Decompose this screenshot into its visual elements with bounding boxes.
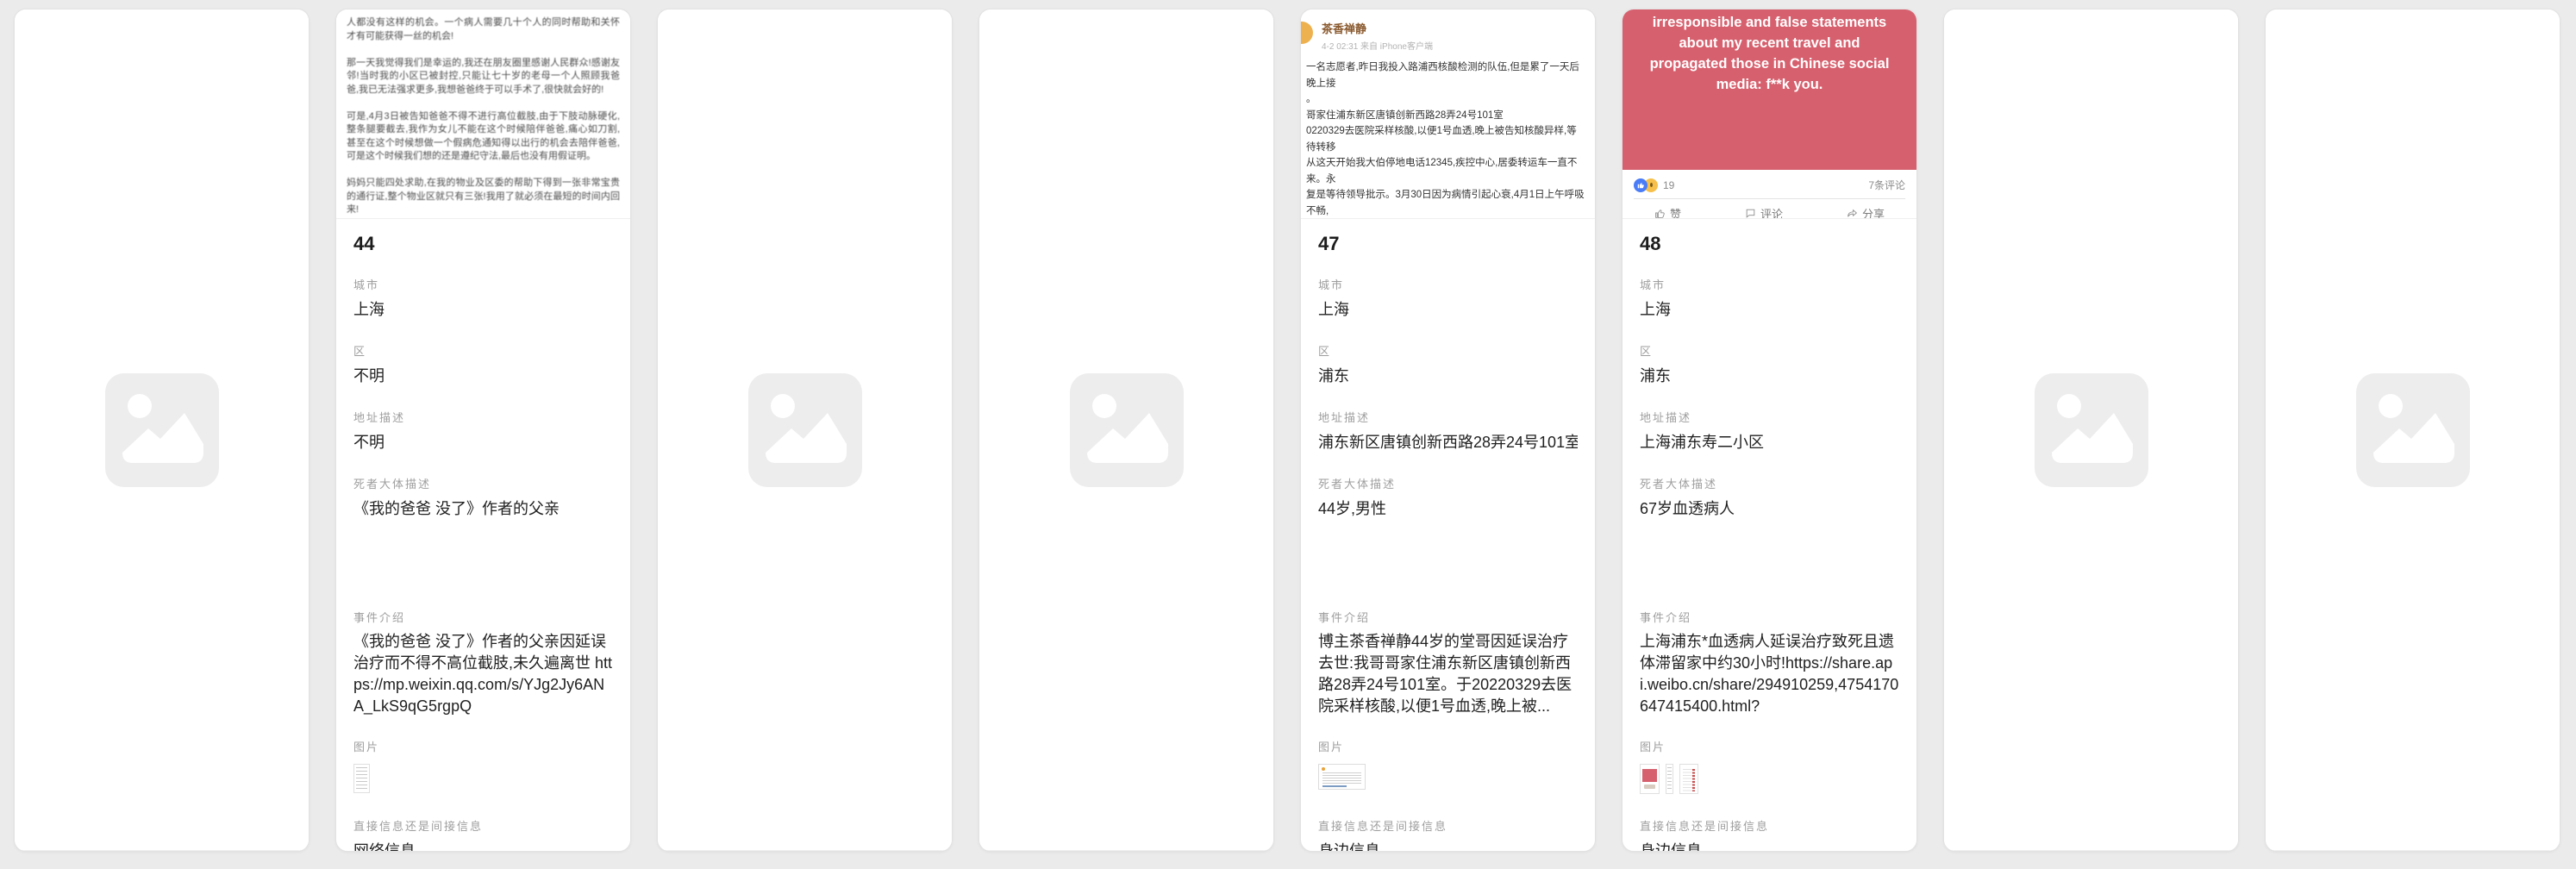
- case-card-45[interactable]: 45 城市 上海 区 不明 地址描述 不明 死者大体描述 24岁男子 事件介绍 …: [657, 9, 953, 852]
- card-body: 43 城市 上海 区 徐汇 地址描述 华欣家园 死者大体描述 独居老人 事件介绍…: [15, 851, 309, 852]
- image-label: 图片: [1318, 741, 1578, 753]
- image-thumbnail-facebook-post[interactable]: [1640, 764, 1660, 794]
- deceased-value: 44岁,男性: [1318, 497, 1578, 588]
- address-label: 地址描述: [353, 411, 613, 424]
- image-thumbnail-chat[interactable]: [1666, 764, 1673, 794]
- image-placeholder-icon: [2035, 373, 2148, 487]
- district-value: 浦东: [1318, 365, 1578, 388]
- deceased-label: 死者大体描述: [1640, 478, 1899, 491]
- facebook-comment-count: 7条评论: [1868, 178, 1905, 192]
- city-label: 城市: [353, 278, 613, 291]
- address-value: 上海浦东寿二小区: [1640, 431, 1899, 454]
- source-value: 网络信息: [353, 840, 613, 852]
- image-label: 图片: [353, 741, 613, 753]
- case-image-article-screenshot[interactable]: 人都没有这样的机会。一个病人需要几十个人的同时帮助和关怀才有可能获得一丝的机会!…: [336, 9, 630, 219]
- event-value: 上海浦东*血透病人延误治疗致死且遗体滞留家中约30小时!https://shar…: [1640, 631, 1899, 717]
- facebook-comment-button: 评论: [1745, 205, 1783, 219]
- card-body: 44 城市 上海 区 不明 地址描述 不明 死者大体描述 《我的爸爸 没了》作者…: [336, 219, 630, 852]
- case-image-placeholder: [1944, 9, 2238, 851]
- deceased-label: 死者大体描述: [353, 478, 613, 491]
- case-card-50[interactable]: 50 城市 上海 区 不明 地址描述 不明 死者大体描述 女性HR 事件介绍 丹…: [2265, 9, 2560, 852]
- address-value: 浦东新区唐镇创新西路28弄24号101室: [1318, 431, 1578, 454]
- card-body: 49 城市 上海 区 徐汇 地址描述 徐汇区罗秀路850弄26号楼 死者大体描述…: [1944, 851, 2238, 852]
- card-body: 48 城市 上海 区 浦东 地址描述 上海浦东寿二小区 死者大体描述 67岁血透…: [1623, 219, 1916, 852]
- case-number: 44: [353, 233, 613, 255]
- case-image-weibo-screenshot[interactable]: 茶香禅静 4-2 02:31 来自 iPhone客户端 一名志愿者,昨日我投入路…: [1301, 9, 1595, 219]
- deceased-value: 67岁血透病人: [1640, 497, 1899, 588]
- source-label: 直接信息还是间接信息: [1640, 820, 1899, 833]
- deceased-value: 《我的爸爸 没了》作者的父亲: [353, 497, 613, 588]
- card-body: 45 城市 上海 区 不明 地址描述 不明 死者大体描述 24岁男子 事件介绍 …: [658, 851, 952, 852]
- district-value: 不明: [353, 365, 613, 388]
- event-value: 博主茶香禅静44岁的堂哥因延误治疗去世:我哥哥家住浦东新区唐镇创新西路28弄24…: [1318, 631, 1578, 717]
- address-value: 不明: [353, 431, 613, 454]
- image-placeholder-icon: [2356, 373, 2470, 487]
- event-label: 事件介绍: [353, 611, 613, 624]
- city-label: 城市: [1640, 278, 1899, 291]
- weibo-avatar: [1301, 22, 1313, 44]
- case-card-49[interactable]: 49 城市 上海 区 徐汇 地址描述 徐汇区罗秀路850弄26号楼 死者大体描述…: [1943, 9, 2239, 852]
- address-label: 地址描述: [1318, 411, 1578, 424]
- image-placeholder-icon: [105, 373, 219, 487]
- event-value: 《我的爸爸 没了》作者的父亲因延误治疗而不得不高位截肢,未久遍离世 https:…: [353, 631, 613, 717]
- case-card-46[interactable]: 46 城市 上海 区 不明 地址描述 不明 死者大体描述 77岁老人沈瑞根 事件…: [979, 9, 1274, 852]
- facebook-banner-text: irresponsible and false statements about…: [1623, 9, 1916, 170]
- weibo-timestamp: 4-2 02:31 来自 iPhone客户端: [1322, 39, 1586, 52]
- deceased-label: 死者大体描述: [1318, 478, 1578, 491]
- source-label: 直接信息还是间接信息: [353, 820, 613, 833]
- case-card-47[interactable]: 茶香禅静 4-2 02:31 来自 iPhone客户端 一名志愿者,昨日我投入路…: [1300, 9, 1596, 852]
- case-image-placeholder: [2266, 9, 2560, 851]
- case-image-placeholder: [658, 9, 952, 851]
- district-value: 浦东: [1640, 365, 1899, 388]
- image-thumbnail-test-results[interactable]: [1679, 764, 1698, 794]
- card-body: 47 城市 上海 区 浦东 地址描述 浦东新区唐镇创新西路28弄24号101室 …: [1301, 219, 1595, 852]
- image-label: 图片: [1640, 741, 1899, 753]
- district-label: 区: [353, 345, 613, 358]
- case-card-48[interactable]: irresponsible and false statements about…: [1622, 9, 1917, 852]
- case-image-facebook-screenshot[interactable]: irresponsible and false statements about…: [1623, 9, 1916, 219]
- city-value: 上海: [1640, 298, 1899, 322]
- district-label: 区: [1640, 345, 1899, 358]
- event-label: 事件介绍: [1640, 611, 1899, 624]
- case-card-44[interactable]: 人都没有这样的机会。一个病人需要几十个人的同时帮助和关怀才有可能获得一丝的机会!…: [335, 9, 631, 852]
- facebook-share-button: 分享: [1847, 205, 1885, 219]
- source-value: 身边信息: [1318, 840, 1578, 852]
- case-card-board: 43 城市 上海 区 徐汇 地址描述 华欣家园 死者大体描述 独居老人 事件介绍…: [0, 0, 2576, 860]
- card-body: 50 城市 上海 区 不明 地址描述 不明 死者大体描述 女性HR 事件介绍 丹…: [2266, 851, 2560, 852]
- weibo-username: 茶香禅静: [1322, 20, 1586, 36]
- case-image-placeholder: [15, 9, 309, 851]
- image-thumbnail-weibo[interactable]: [1318, 764, 1366, 790]
- source-label: 直接信息还是间接信息: [1318, 820, 1578, 833]
- like-reaction-icon: [1634, 178, 1648, 192]
- city-value: 上海: [1318, 298, 1578, 322]
- image-thumbnail-document[interactable]: [353, 764, 370, 793]
- image-placeholder-icon: [748, 373, 862, 487]
- case-number: 47: [1318, 233, 1578, 255]
- city-value: 上海: [353, 298, 613, 322]
- facebook-like-button: 赞: [1654, 205, 1681, 219]
- source-value: 身边信息: [1640, 840, 1899, 852]
- facebook-reaction-icons: [1634, 178, 1658, 192]
- event-label: 事件介绍: [1318, 611, 1578, 624]
- case-image-placeholder: [979, 9, 1273, 851]
- case-number: 48: [1640, 233, 1899, 255]
- district-label: 区: [1318, 345, 1578, 358]
- weibo-post-text: 一名志愿者,昨日我投入路浦西核酸检测的队伍,但是累了一天后晚上接 。 哥家住浦东…: [1306, 59, 1586, 219]
- facebook-reaction-count: 19: [1663, 179, 1674, 191]
- city-label: 城市: [1318, 278, 1578, 291]
- image-placeholder-icon: [1070, 373, 1184, 487]
- article-text: 人都没有这样的机会。一个病人需要几十个人的同时帮助和关怀才有可能获得一丝的机会!…: [336, 9, 630, 219]
- address-label: 地址描述: [1640, 411, 1899, 424]
- card-body: 46 城市 上海 区 不明 地址描述 不明 死者大体描述 77岁老人沈瑞根 事件…: [979, 851, 1273, 852]
- case-card-43[interactable]: 43 城市 上海 区 徐汇 地址描述 华欣家园 死者大体描述 独居老人 事件介绍…: [14, 9, 309, 852]
